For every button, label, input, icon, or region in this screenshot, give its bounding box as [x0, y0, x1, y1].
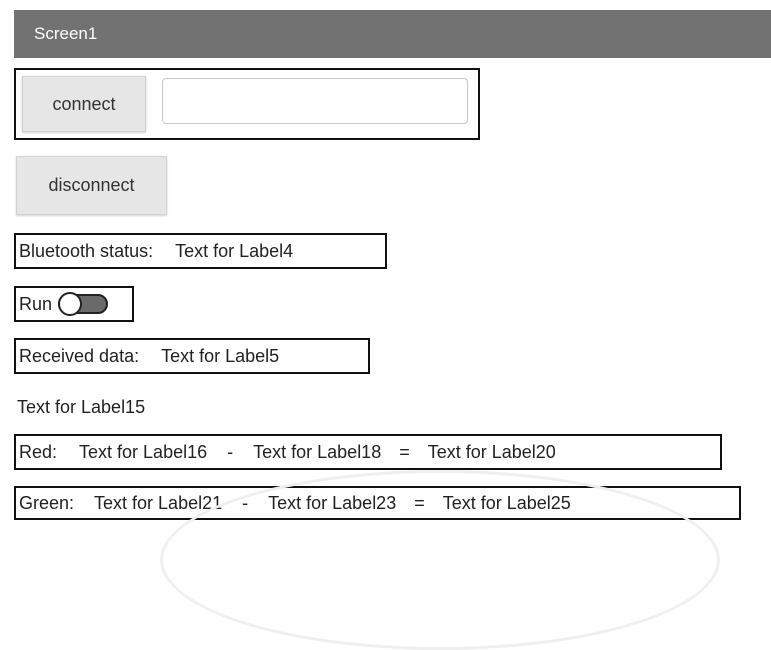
- run-switch-row: Run: [14, 286, 134, 322]
- red-minus: -: [227, 441, 234, 462]
- red-label18: Text for Label18: [253, 441, 382, 462]
- connect-button[interactable]: connect: [22, 76, 146, 132]
- connect-row: connect: [14, 68, 480, 140]
- received-data-value: Text for Label5: [161, 345, 280, 366]
- disconnect-button[interactable]: disconnect: [16, 156, 167, 215]
- green-label25: Text for Label25: [442, 492, 571, 513]
- run-toggle-switch[interactable]: [58, 292, 109, 316]
- received-data-row: Received data: Text for Label5: [14, 338, 370, 374]
- red-label: Red:: [19, 441, 58, 462]
- green-label21: Text for Label21: [94, 492, 223, 513]
- green-label: Green:: [19, 492, 75, 513]
- green-label23: Text for Label23: [268, 492, 397, 513]
- green-equals: =: [414, 492, 425, 513]
- label15-text: Text for Label15: [17, 397, 146, 417]
- red-row: Red: Text for Label16 - Text for Label18…: [14, 434, 722, 470]
- bluetooth-status-value: Text for Label4: [175, 240, 294, 261]
- screen-title-bar: Screen1: [14, 10, 771, 58]
- switch-thumb: [58, 292, 83, 316]
- green-minus: -: [242, 492, 249, 513]
- green-row: Green: Text for Label21 - Text for Label…: [14, 486, 741, 520]
- run-switch-label: Run: [19, 293, 53, 314]
- screen-title: Screen1: [34, 24, 98, 43]
- connect-text-input[interactable]: [162, 78, 468, 124]
- red-label20: Text for Label20: [427, 441, 556, 462]
- red-equals: =: [399, 441, 410, 462]
- red-label16: Text for Label16: [79, 441, 208, 462]
- received-data-label: Received data:: [19, 345, 140, 366]
- bluetooth-status-label: Bluetooth status:: [19, 240, 154, 261]
- bluetooth-status-row: Bluetooth status: Text for Label4: [14, 233, 387, 269]
